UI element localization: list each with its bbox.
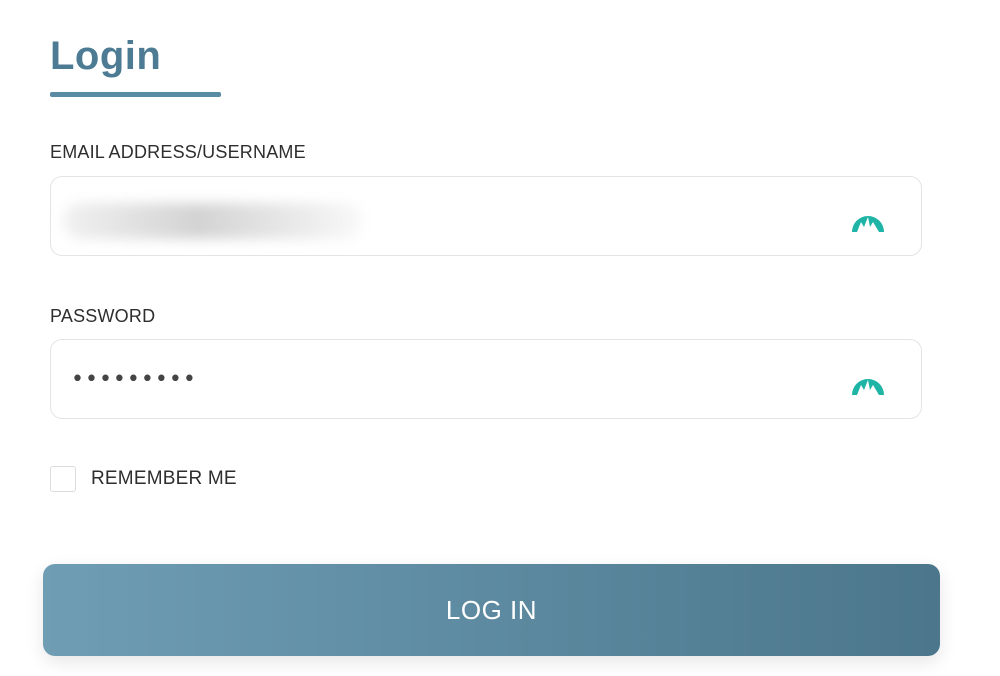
login-button[interactable]: LOG IN xyxy=(43,564,940,656)
email-label: EMAIL ADDRESS/USERNAME xyxy=(50,142,306,162)
password-manager-icon[interactable] xyxy=(851,363,885,397)
login-page: Login EMAIL ADDRESS/USERNAME PASSWORD ••… xyxy=(0,0,1000,676)
password-field[interactable]: ••••••••• xyxy=(50,339,922,419)
password-manager-icon[interactable] xyxy=(851,200,885,234)
email-value-redacted xyxy=(63,203,363,239)
password-value: ••••••••• xyxy=(71,367,197,392)
email-field[interactable] xyxy=(50,176,922,256)
title-underline xyxy=(50,92,221,97)
page-title: Login xyxy=(50,34,162,78)
password-label: PASSWORD xyxy=(50,306,156,326)
remember-me-checkbox[interactable] xyxy=(50,466,76,492)
remember-me-label[interactable]: REMEMBER ME xyxy=(91,468,237,490)
